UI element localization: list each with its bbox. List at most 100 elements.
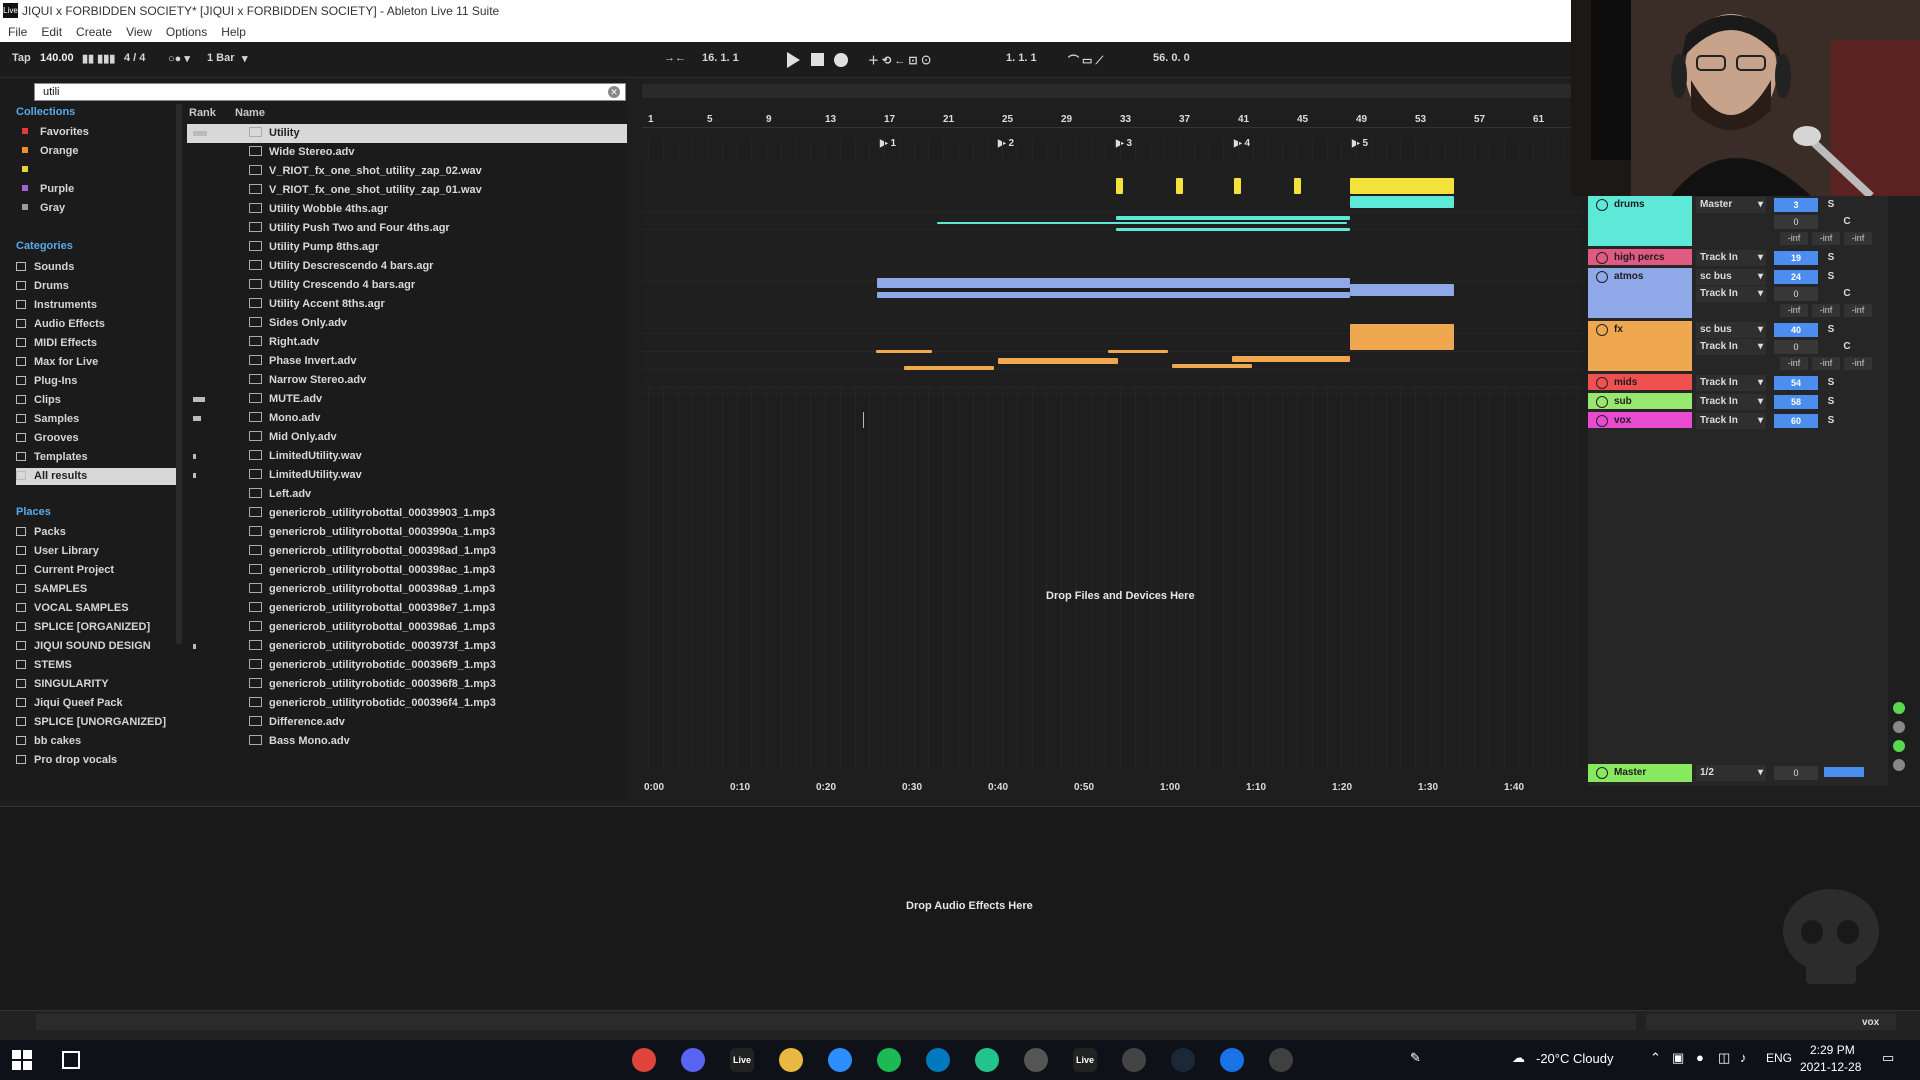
file-row[interactable]: Utility Push Two and Four 4ths.agr xyxy=(187,219,627,238)
task-view-icon[interactable] xyxy=(62,1051,80,1069)
track-peak-meter[interactable]: -inf xyxy=(1780,304,1808,317)
track-name-header[interactable]: mids xyxy=(1588,374,1692,390)
notifications-icon[interactable]: ▭ xyxy=(1882,1050,1894,1066)
file-row[interactable]: Right.adv xyxy=(187,333,627,352)
clip[interactable] xyxy=(877,278,1350,288)
collection-item[interactable] xyxy=(16,162,176,179)
track-activator-icon[interactable] xyxy=(1596,324,1608,336)
file-row[interactable]: Utility xyxy=(187,124,627,143)
track-peak-meter[interactable]: -inf xyxy=(1780,232,1808,245)
track-volume-field[interactable]: 58 xyxy=(1774,395,1818,409)
nudge-icon[interactable]: ▮▮ ▮▮▮ xyxy=(82,52,115,65)
menu-help[interactable]: Help xyxy=(221,25,246,39)
arrangement-overview[interactable] xyxy=(642,84,1571,98)
arrangement-position-field[interactable]: 16. 1. 1 xyxy=(702,52,739,64)
clock-date[interactable]: 2021-12-28 xyxy=(1800,1060,1861,1074)
tap-tempo-button[interactable]: Tap xyxy=(12,52,31,64)
track-routing-dropdown[interactable]: Track In xyxy=(1696,394,1766,410)
clip[interactable] xyxy=(904,366,994,370)
track-lane[interactable] xyxy=(642,390,1582,394)
file-row[interactable]: Mid Only.adv xyxy=(187,428,627,447)
collection-item[interactable]: Purple xyxy=(16,181,176,198)
place-item[interactable]: SINGULARITY xyxy=(16,676,176,693)
track-peak-meter[interactable]: -inf xyxy=(1844,357,1872,370)
file-row[interactable]: Narrow Stereo.adv xyxy=(187,371,627,390)
master-name-header[interactable]: Master xyxy=(1588,764,1692,782)
category-item[interactable]: Clips xyxy=(16,392,176,409)
track-name-header[interactable]: vox xyxy=(1588,412,1692,428)
collection-item[interactable]: Gray xyxy=(16,200,176,217)
file-row[interactable]: Difference.adv xyxy=(187,713,627,732)
mixer-track-high-percs[interactable]: high percs Track In 19 S xyxy=(1588,249,1888,267)
file-row[interactable]: genericrob_utilityrobotidc_0003973f_1.mp… xyxy=(187,637,627,656)
category-item[interactable]: Plug-Ins xyxy=(16,373,176,390)
place-item[interactable]: SPLICE [ORGANIZED] xyxy=(16,619,176,636)
locator-marker[interactable]: ▶ 1 xyxy=(880,138,896,149)
file-row[interactable]: genericrob_utilityrobottal_000398a6_1.mp… xyxy=(187,618,627,637)
track-pan-field[interactable]: C xyxy=(1840,340,1854,354)
input-language[interactable]: ENG xyxy=(1766,1051,1792,1065)
loop-start-field[interactable]: 1. 1. 1 xyxy=(1006,52,1037,64)
tray-network-icon[interactable]: ▣ xyxy=(1672,1050,1684,1066)
file-row[interactable]: Mono.adv xyxy=(187,409,627,428)
clip[interactable] xyxy=(1108,350,1168,353)
track-volume-field[interactable]: 54 xyxy=(1774,376,1818,390)
track-routing-dropdown[interactable]: sc bus xyxy=(1696,322,1766,338)
file-row[interactable]: genericrob_utilityrobottal_000398a9_1.mp… xyxy=(187,580,627,599)
track-activator-icon[interactable] xyxy=(1596,252,1608,264)
file-row[interactable]: Utility Descrescendo 4 bars.agr xyxy=(187,257,627,276)
tray-chevron-icon[interactable]: ⌃ xyxy=(1650,1050,1661,1066)
file-row[interactable]: Left.adv xyxy=(187,485,627,504)
clip[interactable] xyxy=(1350,178,1454,194)
file-row[interactable]: genericrob_utilityrobotidc_000396f9_1.mp… xyxy=(187,656,627,675)
category-item[interactable]: Audio Effects xyxy=(16,316,176,333)
pen-icon[interactable]: ✎ xyxy=(1410,1050,1421,1066)
place-item[interactable]: SAMPLES xyxy=(16,581,176,598)
loop-switch-icon[interactable]: ⌒ ▭ ⟋ xyxy=(1068,52,1103,68)
mixer-track-mids[interactable]: mids Track In 54 S xyxy=(1588,374,1888,392)
sidebar-scrollbar[interactable] xyxy=(176,104,182,644)
track-lane[interactable] xyxy=(642,230,1582,282)
status-dot-icon[interactable] xyxy=(1893,702,1905,714)
taskbar-live-icon[interactable]: Live xyxy=(730,1048,754,1072)
clip[interactable] xyxy=(1234,178,1241,194)
tempo-field[interactable]: 140.00 xyxy=(40,52,74,64)
metronome-icon[interactable]: ○● ▾ xyxy=(168,52,190,65)
track-solo-button[interactable]: S xyxy=(1824,395,1838,409)
master-volume-field[interactable]: 0 xyxy=(1774,766,1818,780)
track-pan-field[interactable]: C xyxy=(1840,215,1854,229)
locator-marker[interactable]: ▶ 4 xyxy=(1234,138,1250,149)
clock-time[interactable]: 2:29 PM xyxy=(1810,1043,1855,1057)
automation-icons[interactable]: ＋ ⟲ ← ⊡ ⊙ xyxy=(868,52,932,68)
taskbar-explorer-icon[interactable] xyxy=(779,1048,803,1072)
category-item[interactable]: Sounds xyxy=(16,259,176,276)
status-dot-icon[interactable] xyxy=(1893,759,1905,771)
menu-edit[interactable]: Edit xyxy=(41,25,62,39)
track-activator-icon[interactable] xyxy=(1596,396,1608,408)
file-row[interactable]: genericrob_utilityrobottal_000398e7_1.mp… xyxy=(187,599,627,618)
clip[interactable] xyxy=(876,350,932,353)
place-item[interactable]: Packs xyxy=(16,524,176,541)
menu-file[interactable]: File xyxy=(8,25,27,39)
taskbar-spotify-icon[interactable] xyxy=(877,1048,901,1072)
file-row[interactable]: genericrob_utilityrobottal_000398ac_1.mp… xyxy=(187,561,627,580)
track-routing-dropdown[interactable]: sc bus xyxy=(1696,269,1766,285)
track-peak-meter[interactable]: -inf xyxy=(1812,357,1840,370)
name-column-header[interactable]: Name xyxy=(235,107,265,119)
menu-options[interactable]: Options xyxy=(166,25,207,39)
place-item[interactable]: JIQUI SOUND DESIGN xyxy=(16,638,176,655)
clip[interactable] xyxy=(937,222,1347,224)
file-row[interactable]: V_RIOT_fx_one_shot_utility_zap_01.wav xyxy=(187,181,627,200)
loop-length-field[interactable]: 56. 0. 0 xyxy=(1153,52,1190,64)
chevron-down-icon[interactable]: ▾ xyxy=(242,52,248,65)
clip[interactable] xyxy=(1172,364,1252,368)
tray-mic-icon[interactable]: ● xyxy=(1696,1050,1704,1065)
menu-view[interactable]: View xyxy=(126,25,152,39)
file-row[interactable]: genericrob_utilityrobotidc_000396f8_1.mp… xyxy=(187,675,627,694)
clip[interactable] xyxy=(1294,178,1301,194)
master-track[interactable]: Master 1/2 0 xyxy=(1588,764,1888,782)
file-row[interactable]: Utility Accent 8ths.agr xyxy=(187,295,627,314)
track-peak-meter[interactable]: -inf xyxy=(1780,357,1808,370)
taskbar-app-compass-icon[interactable] xyxy=(1024,1048,1048,1072)
time-signature-field[interactable]: 4 / 4 xyxy=(124,52,145,64)
